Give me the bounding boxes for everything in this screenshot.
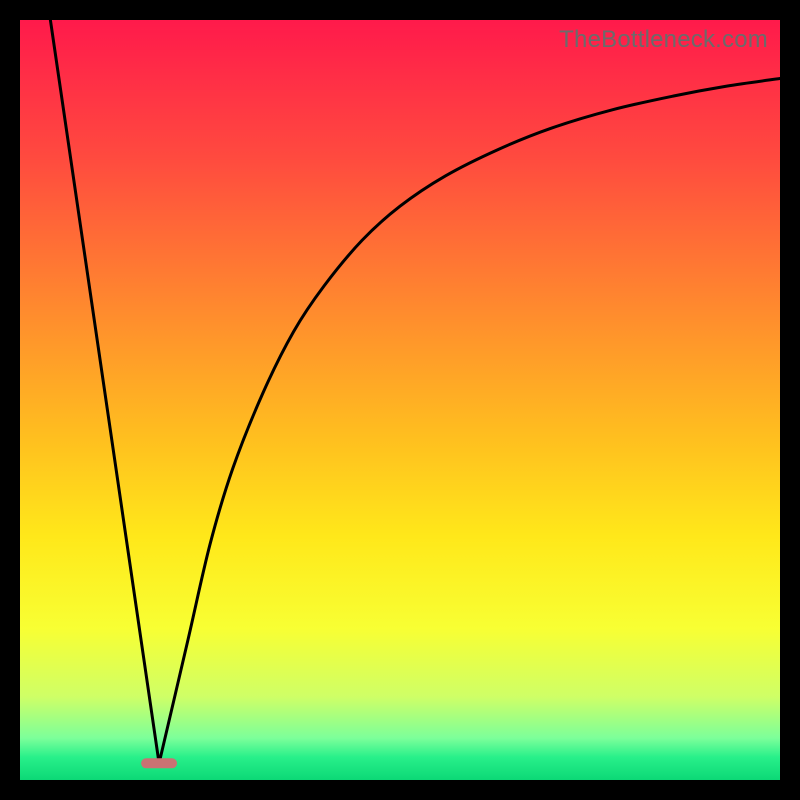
heatmap-gradient xyxy=(20,20,780,780)
chart-frame: TheBottleneck.com xyxy=(20,20,780,780)
optimum-marker xyxy=(141,758,177,768)
chart-canvas xyxy=(20,20,780,780)
watermark-text: TheBottleneck.com xyxy=(559,26,768,54)
